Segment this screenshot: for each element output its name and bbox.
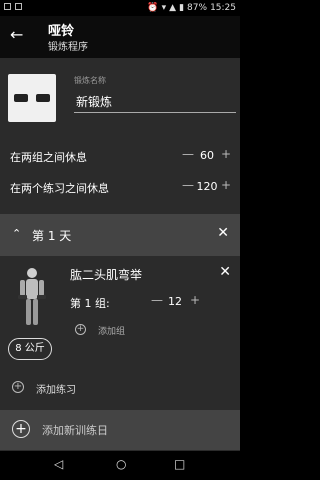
add-day-label: 添加新训练日 [42,424,108,437]
add-exercise-button[interactable]: 添加练习 [36,381,76,396]
main-content: 锻炼名称 新锻炼 在两组之间休息 — 60 + 在两个练习之间休息 — 120 … [0,58,240,451]
exercise-figure-icon [18,268,46,325]
battery-icon: ▮ [179,3,185,13]
minus-button[interactable]: — [182,178,194,192]
nav-home-icon[interactable]: ○ [116,457,126,471]
routine-name-label: 锻炼名称 [74,76,106,85]
add-circle-icon[interactable]: + [12,381,24,393]
signal-icon: ▲ [169,3,177,13]
close-icon[interactable]: ✕ [217,225,229,241]
wifi-icon: ▾ [161,3,167,13]
reps-value: 12 [168,295,182,308]
clock: 15:25 [210,3,236,13]
add-exercise-row[interactable]: + 添加练习 [0,373,240,403]
rest-between-exercises-row: 在两个练习之间休息 — 120 + [0,177,240,197]
nav-recent-icon[interactable]: □ [174,457,185,471]
chevron-up-icon[interactable]: ⌃ [12,227,21,240]
add-set-button[interactable]: 添加组 [98,324,125,337]
notification-icon [4,3,11,10]
nav-back-icon[interactable]: ◁ [54,457,63,471]
plus-button[interactable]: + [190,293,200,307]
notification-icon [15,3,22,10]
plus-button[interactable]: + [221,147,231,161]
plus-button[interactable]: + [221,178,231,192]
battery-percent: 87% [187,3,208,13]
back-arrow-icon[interactable]: ← [10,25,23,44]
add-day-button[interactable]: + 添加新训练日 [0,410,240,450]
rest-between-sets-value: 60 [200,149,214,162]
day-header[interactable]: ⌃ 第 1 天 ✕ [0,214,240,256]
dumbbell-icon [14,94,28,102]
status-bar: ⏰ ▾ ▲ ▮ 87% 15:25 [0,0,240,16]
set-label: 第 1 组: [70,297,110,310]
routine-name-input[interactable]: 新锻炼 [74,93,236,113]
system-nav-bar: ◁ ○ □ [0,451,240,480]
app-bar: ← 哑铃 锻炼程序 [0,16,240,58]
rest-between-exercises-label: 在两个练习之间休息 [10,182,109,195]
minus-button[interactable]: — [182,147,194,161]
rest-between-sets-label: 在两组之间休息 [10,151,87,164]
page-subtitle: 锻炼程序 [48,42,88,53]
dumbbell-icon [36,94,50,102]
page-title: 哑铃 [48,24,75,39]
add-circle-icon[interactable]: + [75,324,86,335]
rest-between-exercises-value: 120 [196,180,218,193]
weight-badge[interactable]: 8 公斤 [8,338,52,360]
exercise-name: 肱二头肌弯举 [70,268,143,282]
day-label: 第 1 天 [32,229,72,243]
routine-thumbnail[interactable] [8,74,56,122]
close-icon[interactable]: ✕ [219,264,231,280]
alarm-icon: ⏰ [147,3,159,13]
minus-button[interactable]: — [151,293,163,307]
add-circle-icon[interactable]: + [12,420,30,438]
rest-between-sets-row: 在两组之间休息 — 60 + [0,146,240,166]
